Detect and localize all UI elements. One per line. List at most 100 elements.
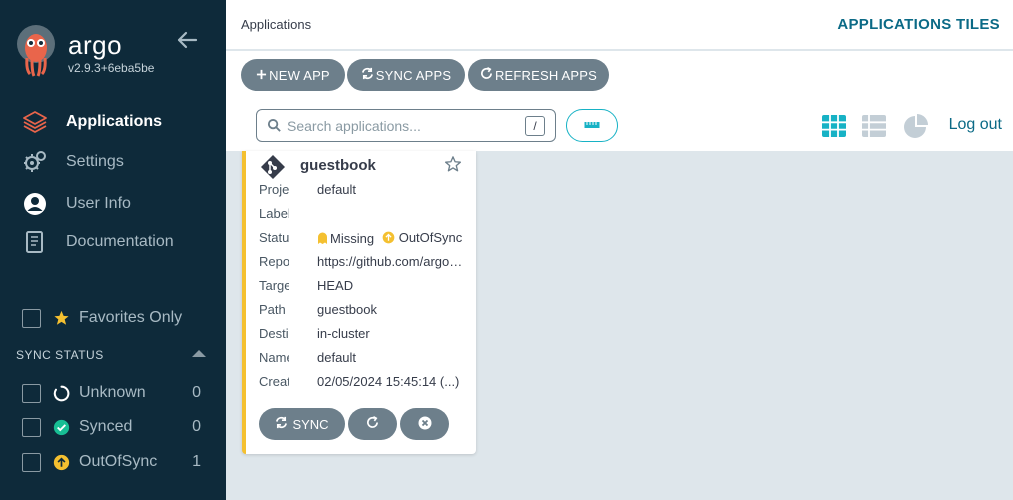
brand-name: argo — [68, 30, 123, 60]
nav-label: Documentation — [66, 233, 174, 250]
outofsync-checkbox[interactable] — [22, 452, 41, 472]
arrow-up-circle-icon — [382, 231, 395, 244]
sync-status: OutOfSync — [382, 230, 462, 245]
app-row-project: Project default — [259, 182, 469, 200]
pie-chart-view-icon[interactable] — [903, 113, 929, 139]
nav-item-settings[interactable]: Settings — [0, 144, 226, 180]
search-icon — [267, 118, 282, 133]
row-value: 02/05/2024 15:45:14 (...) — [317, 374, 460, 389]
plus-icon — [256, 68, 267, 83]
sync-icon — [275, 416, 288, 432]
favorite-star-icon[interactable] — [444, 155, 462, 173]
star-icon — [53, 310, 70, 327]
favorites-only-filter[interactable]: Favorites Only — [0, 306, 226, 330]
row-value: https://github.com/argoproj/argocd-examp… — [317, 254, 463, 269]
app-row-namespace: Namespace default — [259, 350, 469, 368]
app-row-path: Path guestbook — [259, 302, 469, 320]
page-title: Applications — [241, 17, 312, 32]
row-key: Repository — [259, 254, 289, 269]
row-value: HEAD — [317, 278, 354, 293]
refresh-apps-label: REFRESH APPS — [494, 67, 598, 83]
row-key: Labels — [259, 206, 289, 221]
view-title: APPLICATIONS TILES — [837, 16, 1000, 33]
app-card-guestbook[interactable]: guestbook Project default Labels Status … — [242, 151, 476, 454]
ruler-icon — [584, 117, 600, 135]
row-key: Destination — [259, 326, 289, 341]
sidebar: argo v2.9.3+6eba5be Applications Setting… — [0, 0, 226, 500]
app-row-status: Status Missing OutOfSync — [259, 230, 469, 248]
ghost-missing-icon — [318, 232, 327, 244]
top-header: Applications APPLICATIONS TILES — [226, 0, 1013, 50]
search-box[interactable]: / — [256, 109, 556, 142]
circle-notch-icon — [53, 385, 70, 402]
arrow-up-circle-icon — [53, 454, 70, 471]
nav-item-documentation[interactable]: Documentation — [0, 224, 226, 260]
row-key: Target Revision — [259, 278, 289, 293]
sync-apps-label: SYNC APPS — [375, 67, 452, 83]
row-value: default — [317, 350, 357, 365]
row-value: in-cluster — [317, 326, 370, 341]
app-row-target-revision: Target Revision HEAD — [259, 278, 469, 296]
app-sync-label: SYNC — [292, 416, 329, 432]
refresh-icon — [366, 416, 379, 432]
row-value: default — [317, 182, 357, 197]
row-value: Missing OutOfSync — [317, 230, 463, 247]
refresh-icon — [480, 67, 493, 83]
row-key: Created At — [259, 374, 289, 389]
nav-label: Applications — [66, 113, 163, 130]
gears-icon — [22, 149, 48, 175]
sync-filter-unknown[interactable]: Unknown 0 — [0, 381, 226, 405]
search-shortcut-key: / — [525, 116, 545, 136]
app-delete-button[interactable] — [400, 408, 449, 440]
sync-filter-outofsync[interactable]: OutOfSync 1 — [0, 450, 226, 474]
app-row-created-at: Created At 02/05/2024 15:45:14 (...) — [259, 374, 469, 392]
sync-status-title: SYNC STATUS — [16, 348, 104, 362]
sync-filter-count: 1 — [192, 453, 201, 470]
app-name[interactable]: guestbook — [300, 157, 376, 174]
toolbar: NEW APP SYNC APPS REFRESH APPS / Log out — [226, 51, 1013, 151]
sync-apps-button[interactable]: SYNC APPS — [347, 59, 465, 91]
app-row-repository: Repository https://github.com/argoproj/a… — [259, 254, 469, 272]
user-circle-icon — [22, 191, 48, 217]
book-icon — [22, 229, 48, 255]
health-status: Missing — [317, 231, 374, 246]
new-app-label: NEW APP — [269, 67, 330, 83]
app-sync-button[interactable]: SYNC — [259, 408, 345, 440]
close-circle-icon — [418, 416, 432, 433]
health-status-label: Missing — [330, 230, 375, 246]
argo-logo[interactable] — [14, 24, 58, 78]
nav-label: Settings — [66, 153, 124, 170]
app-row-labels: Labels — [259, 206, 469, 224]
collapse-section-icon[interactable] — [192, 350, 206, 357]
new-app-button[interactable]: NEW APP — [241, 59, 345, 91]
filter-ruler-button[interactable] — [566, 109, 618, 142]
app-refresh-button[interactable] — [348, 408, 397, 440]
logout-link[interactable]: Log out — [949, 116, 1002, 134]
list-view-icon[interactable] — [861, 113, 887, 139]
nav-item-applications[interactable]: Applications — [0, 104, 226, 140]
unknown-checkbox[interactable] — [22, 383, 41, 403]
layers-icon — [22, 109, 48, 135]
sync-filter-count: 0 — [192, 384, 201, 401]
sync-filter-count: 0 — [192, 418, 201, 435]
sync-filter-synced[interactable]: Synced 0 — [0, 415, 226, 439]
row-value: guestbook — [317, 302, 377, 317]
row-key: Status — [259, 230, 289, 245]
collapse-sidebar-icon[interactable] — [176, 30, 198, 50]
tiles-view-icon[interactable] — [821, 113, 847, 139]
row-key: Namespace — [259, 350, 289, 365]
search-input[interactable] — [287, 115, 517, 137]
check-circle-icon — [53, 419, 70, 436]
sync-filter-label: Synced — [79, 418, 133, 435]
sync-filter-label: Unknown — [79, 384, 146, 401]
row-key: Project — [259, 182, 289, 197]
favorites-checkbox[interactable] — [22, 308, 41, 328]
row-key: Path — [259, 302, 286, 317]
refresh-apps-button[interactable]: REFRESH APPS — [468, 59, 609, 91]
sync-icon — [361, 67, 374, 83]
version-label: v2.9.3+6eba5be — [68, 61, 155, 75]
nav-label: User Info — [66, 195, 131, 212]
synced-checkbox[interactable] — [22, 417, 41, 437]
nav-item-user-info[interactable]: User Info — [0, 186, 226, 222]
favorites-label: Favorites Only — [79, 309, 183, 326]
